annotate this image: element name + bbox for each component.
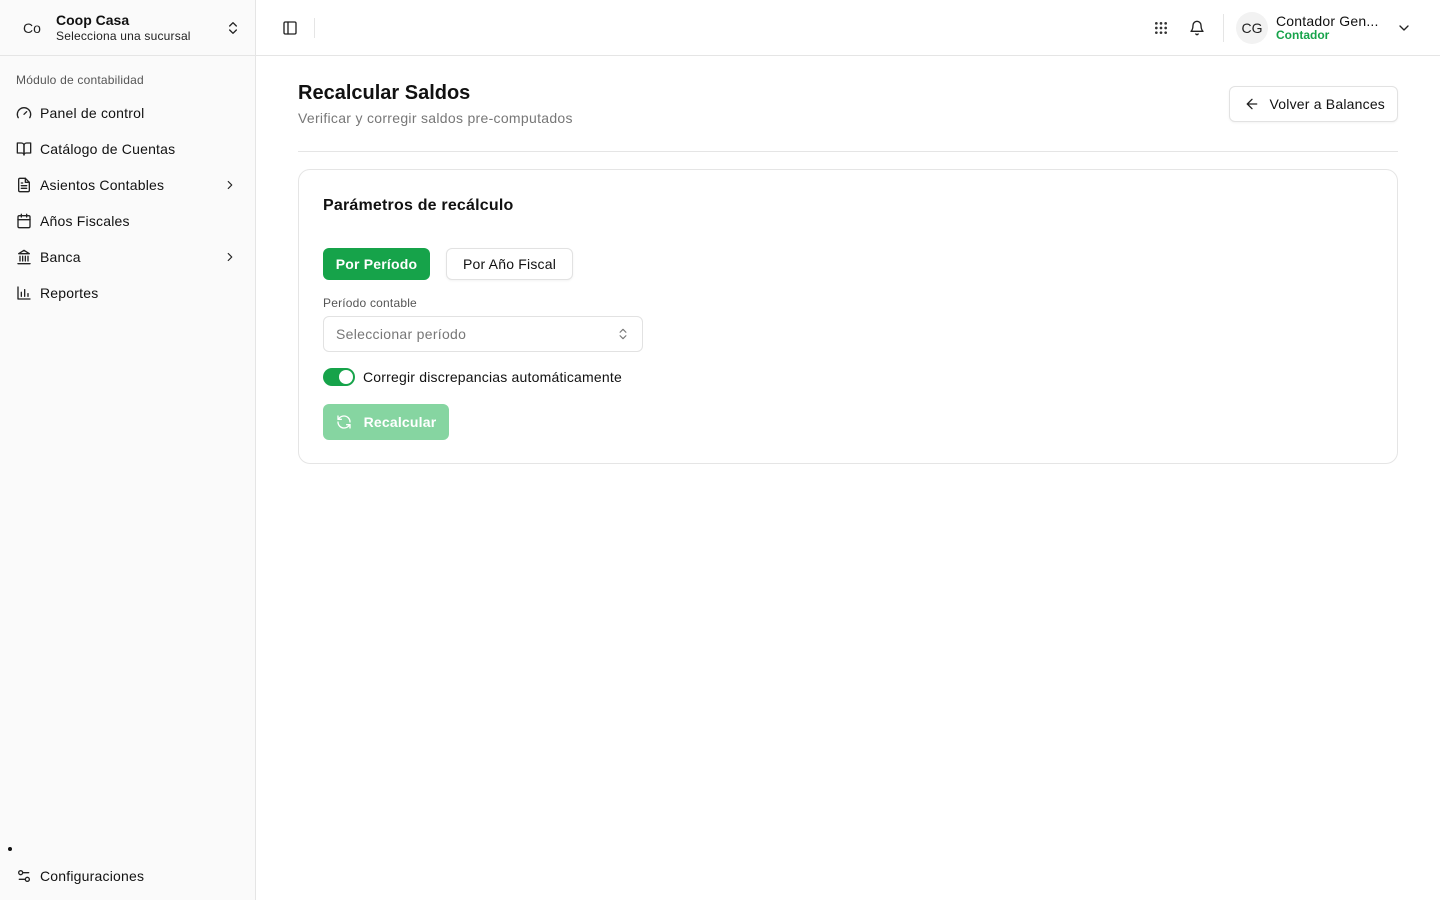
sidebar-item-label: Asientos Contables [40,177,165,193]
sidebar-item-anos-fiscales[interactable]: Años Fiscales [0,203,255,239]
sidebar-item-catalogo-de-cuentas[interactable]: Catálogo de Cuentas [0,131,255,167]
sidebar-item-label: Panel de control [40,105,145,121]
period-select-placeholder: Seleccionar período [336,326,467,342]
sidebar-item-label: Configuraciones [40,868,145,884]
recalculate-label: Recalcular [363,414,437,430]
main-content: Recalcular Saldos Verificar y corregir s… [298,56,1398,464]
auto-fix-label: Corregir discrepancias automáticamente [363,369,622,385]
bell-icon [1190,20,1204,35]
sidebar-item-panel-de-control[interactable]: Panel de control [0,95,255,131]
refresh-icon [336,415,351,429]
arrow-left-icon [1246,98,1257,110]
bank-icon [17,249,31,265]
recalc-params-card: Parámetros de recálculo Por Período Por … [298,169,1398,464]
card-title: Parámetros de recálculo [323,197,514,214]
back-to-balances-button[interactable]: Volver a Balances [1228,86,1398,122]
panel-left-icon [283,20,297,35]
topbar-divider [1223,13,1224,42]
bar-chart-icon [17,286,31,300]
user-name: Contador Gen... [1276,12,1379,29]
sidebar-item-label: Banca [40,249,81,265]
sidebar: Co Coop Casa Selecciona una sucursal Mód… [0,0,256,900]
book-open-icon [16,142,32,156]
file-text-icon [18,177,30,193]
sidebar-item-configuraciones[interactable]: Configuraciones [0,858,255,894]
bullet-dot [8,847,12,851]
page-subtitle: Verificar y corregir saldos pre-computad… [298,110,573,126]
sidebar-item-label: Catálogo de Cuentas [40,141,176,157]
org-subtitle: Selecciona una sucursal [56,28,191,43]
sidebar-item-label: Años Fiscales [40,213,130,229]
notifications-button[interactable] [1179,10,1215,46]
org-switcher[interactable]: Co Coop Casa Selecciona una sucursal [0,0,255,56]
grid-dots-icon [1155,21,1167,34]
page-header: Recalcular Saldos Verificar y corregir s… [298,56,1398,152]
settings-sliders-icon [17,870,30,882]
user-role: Contador [1276,27,1330,42]
chevron-right-icon [227,180,233,190]
sidebar-item-banca[interactable]: Banca [0,239,255,275]
chevron-right-icon [227,252,233,262]
mode-by-period-button[interactable]: Por Período [323,248,430,280]
sidebar-item-asientos-contables[interactable]: Asientos Contables [0,167,255,203]
page-title: Recalcular Saldos [298,82,471,104]
org-avatar: Co [23,19,41,36]
org-name: Coop Casa [56,11,130,28]
recalculate-button[interactable]: Recalcular [323,404,449,440]
topbar: CG Contador Gen... Contador [256,0,1440,56]
topbar-divider [314,17,315,38]
auto-fix-row: Corregir discrepancias automáticamente [323,368,622,386]
org-text: Coop Casa Selecciona una sucursal [56,12,225,43]
apps-button[interactable] [1143,10,1179,46]
mode-by-fiscal-year-button[interactable]: Por Año Fiscal [446,248,573,280]
chevrons-up-down-icon [619,328,627,340]
sidebar-toggle-button[interactable] [280,18,300,38]
sidebar-section-label: Módulo de contabilidad [16,73,144,87]
user-menu[interactable]: CG Contador Gen... Contador [1236,11,1440,44]
sidebar-item-reportes[interactable]: Reportes [0,275,255,311]
avatar: CG [1236,11,1268,44]
chevron-down-icon [1399,24,1409,31]
toggle-knob [339,370,353,384]
gauge-icon [16,107,32,119]
chevrons-up-down-icon [229,21,237,34]
user-text: Contador Gen... Contador [1276,13,1392,43]
back-button-label: Volver a Balances [1269,96,1385,112]
topbar-actions: CG Contador Gen... Contador [1143,0,1440,56]
period-label: Período contable [323,296,417,310]
period-select[interactable]: Seleccionar período [323,316,643,352]
calendar-icon [17,213,31,229]
auto-fix-toggle[interactable] [323,368,355,386]
sidebar-item-label: Reportes [40,285,99,301]
